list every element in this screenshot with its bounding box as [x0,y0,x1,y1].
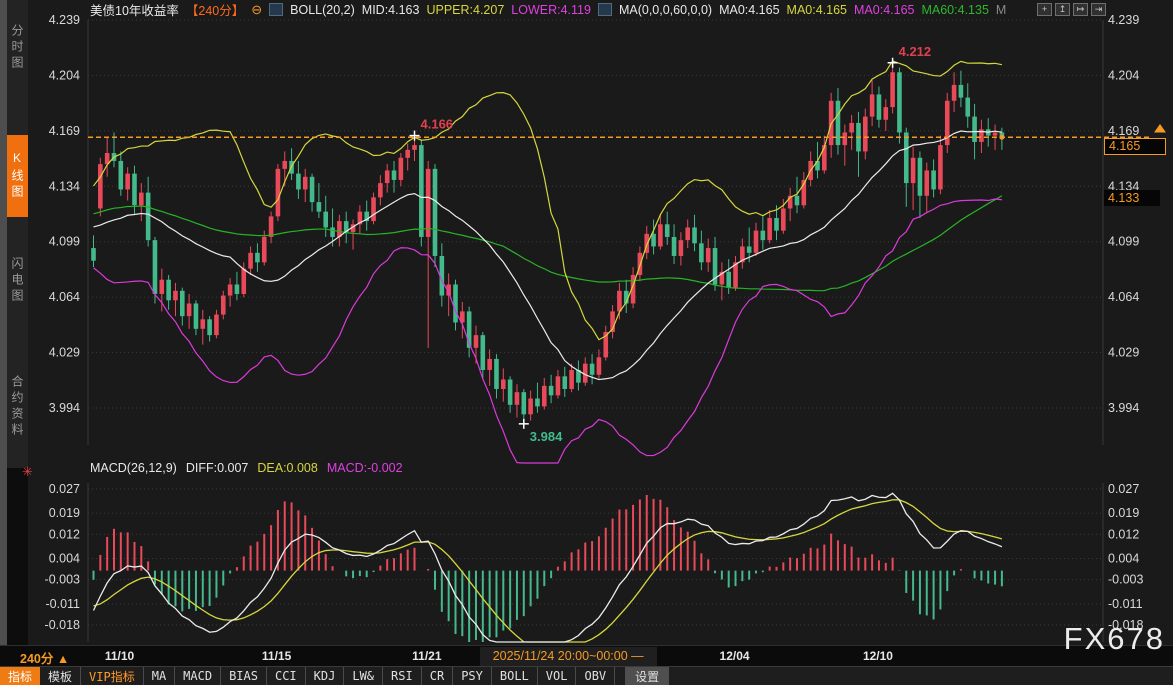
svg-text:4.204: 4.204 [1108,68,1139,82]
x-axis-label: 11/21 [412,649,441,663]
x-axis-label: 12/10 [863,649,893,663]
toolbar-button-boll[interactable]: BOLL [492,667,538,685]
zoom-axis-icon[interactable]: ↥ [1055,3,1070,16]
reference-price-tag: 4.133 [1104,190,1160,206]
svg-text:-0.018: -0.018 [45,618,80,632]
current-price-tag: 4.165 [1104,138,1166,155]
toolbar-button-bias[interactable]: BIAS [221,667,267,685]
boll-label: BOLL(20,2) [290,3,355,17]
sidebar: 分时图 K线图 闪电图 合约资料 [0,0,28,645]
ma-suffix: M [996,3,1006,17]
toolbar-button-psy[interactable]: PSY [453,667,492,685]
boll-lower: LOWER:4.119 [511,3,591,17]
toolbar-button-ma[interactable]: MA [144,667,175,685]
svg-text:4.029: 4.029 [49,346,80,360]
ma0-value-3: MA0:4.165 [854,3,914,17]
crosshair-icon[interactable]: + [1037,3,1052,16]
macd-header: MACD(26,12,9) DIFF:0.007 DEA:0.008 MACD:… [90,461,403,475]
toolbar-button-obv[interactable]: OBV [576,667,615,685]
boll-indicator-icon [269,3,283,16]
sidebar-strip [0,0,7,645]
svg-text:4.212: 4.212 [899,44,932,59]
ma0-value-2: MA0:4.165 [787,3,847,17]
svg-text:-0.003: -0.003 [45,573,80,587]
ma60-value: MA60:4.135 [921,3,988,17]
sidebar-footer [7,468,28,645]
toolbar-button-kdj[interactable]: KDJ [306,667,345,685]
svg-text:-0.011: -0.011 [45,597,80,611]
period-badge: 【240分】 [186,0,244,19]
x-axis-label: 11/15 [262,649,291,663]
sidebar-tab-contract-info[interactable]: 合约资料 [7,348,28,466]
svg-text:4.134: 4.134 [49,179,80,193]
macd-label: MACD(26,12,9) [90,461,177,475]
toolbar-button-cci[interactable]: CCI [267,667,306,685]
toolbar-button-macd[interactable]: MACD [175,667,221,685]
sidebar-tab-time-chart[interactable]: 分时图 [7,8,28,88]
step-forward-icon[interactable]: ⇥ [1091,3,1106,16]
time-axis: 240分 ▲ 2025/11/24 20:00~00:00 — 11/10 11/… [0,645,1173,666]
sidebar-tab-flash-chart[interactable]: 闪电图 [7,240,28,322]
pan-right-icon[interactable]: ↦ [1073,3,1088,16]
svg-text:4.239: 4.239 [1108,13,1139,27]
svg-text:4.099: 4.099 [49,235,80,249]
toolbar-button-settings[interactable]: 设置 [625,667,669,685]
ma-indicator-icon [598,3,612,16]
x-axis-label: 12/04 [720,649,750,663]
svg-text:4.029: 4.029 [1108,346,1139,360]
svg-text:0.019: 0.019 [49,506,80,520]
svg-text:4.169: 4.169 [49,124,80,138]
toolbar-button-lw[interactable]: LW& [344,667,383,685]
toolbar-button-vip[interactable]: VIP指标 [81,667,144,685]
selected-range-label: 2025/11/24 20:00~00:00 — [480,647,657,666]
toolbar-button-vol[interactable]: VOL [538,667,577,685]
svg-text:0.019: 0.019 [1108,506,1139,520]
macd-diff-value: DIFF:0.007 [186,461,249,475]
svg-text:4.169: 4.169 [1108,124,1139,138]
macd-hist-value: MACD:-0.002 [327,461,403,475]
toolbar-button-indicator[interactable]: 指标 [0,667,40,685]
instrument-title: 美债10年收益率 [90,0,179,19]
svg-text:0.027: 0.027 [49,482,80,496]
svg-text:4.099: 4.099 [1108,235,1139,249]
svg-text:3.994: 3.994 [49,401,80,415]
macd-dea-value: DEA:0.008 [257,461,317,475]
indicator-toolbar: 指标 模板 VIP指标 MA MACD BIAS CCI KDJ LW& RSI… [0,666,1173,685]
sidebar-tab-kline-chart[interactable]: K线图 [7,135,28,217]
svg-text:3.994: 3.994 [1108,401,1139,415]
fx678-watermark: FX678 [1064,621,1165,657]
x-axis-label: 11/10 [105,649,134,663]
period-selector[interactable]: 240分 ▲ [20,648,69,667]
candlestick-macd-chart[interactable]: 4.2394.2394.2044.2044.1694.1694.1344.134… [0,0,1173,645]
svg-text:4.166: 4.166 [421,117,454,132]
svg-text:0.027: 0.027 [1108,482,1139,496]
chart-header: 美债10年收益率 【240分】 ⊖ BOLL(20,2) MID:4.163 U… [90,0,1006,19]
svg-text:0.012: 0.012 [49,527,80,541]
svg-text:4.239: 4.239 [49,13,80,27]
svg-text:4.204: 4.204 [49,68,80,82]
toolbar-button-template[interactable]: 模板 [40,667,81,685]
ma0-value-1: MA0:4.165 [719,3,779,17]
svg-text:-0.003: -0.003 [1108,573,1143,587]
toolbar-button-cr[interactable]: CR [422,667,453,685]
macd-indicator-icon[interactable]: ✳ [22,464,33,480]
svg-text:3.984: 3.984 [530,429,563,444]
boll-upper: UPPER:4.207 [426,3,504,17]
trading-app-window: 4.2394.2394.2044.2044.1694.1694.1344.134… [0,0,1173,685]
svg-text:0.004: 0.004 [1108,552,1139,566]
svg-text:4.064: 4.064 [1108,290,1139,304]
svg-text:4.064: 4.064 [49,290,80,304]
ma-label: MA(0,0,0,60,0,0) [619,3,712,17]
svg-text:0.012: 0.012 [1108,527,1139,541]
boll-mid: MID:4.163 [362,3,420,17]
chart-tools: + ↥ ↦ ⇥ [1037,3,1106,16]
collapse-icon[interactable]: ⊖ [251,2,262,18]
svg-text:-0.011: -0.011 [1108,597,1143,611]
toolbar-button-rsi[interactable]: RSI [383,667,422,685]
svg-text:0.004: 0.004 [49,552,80,566]
